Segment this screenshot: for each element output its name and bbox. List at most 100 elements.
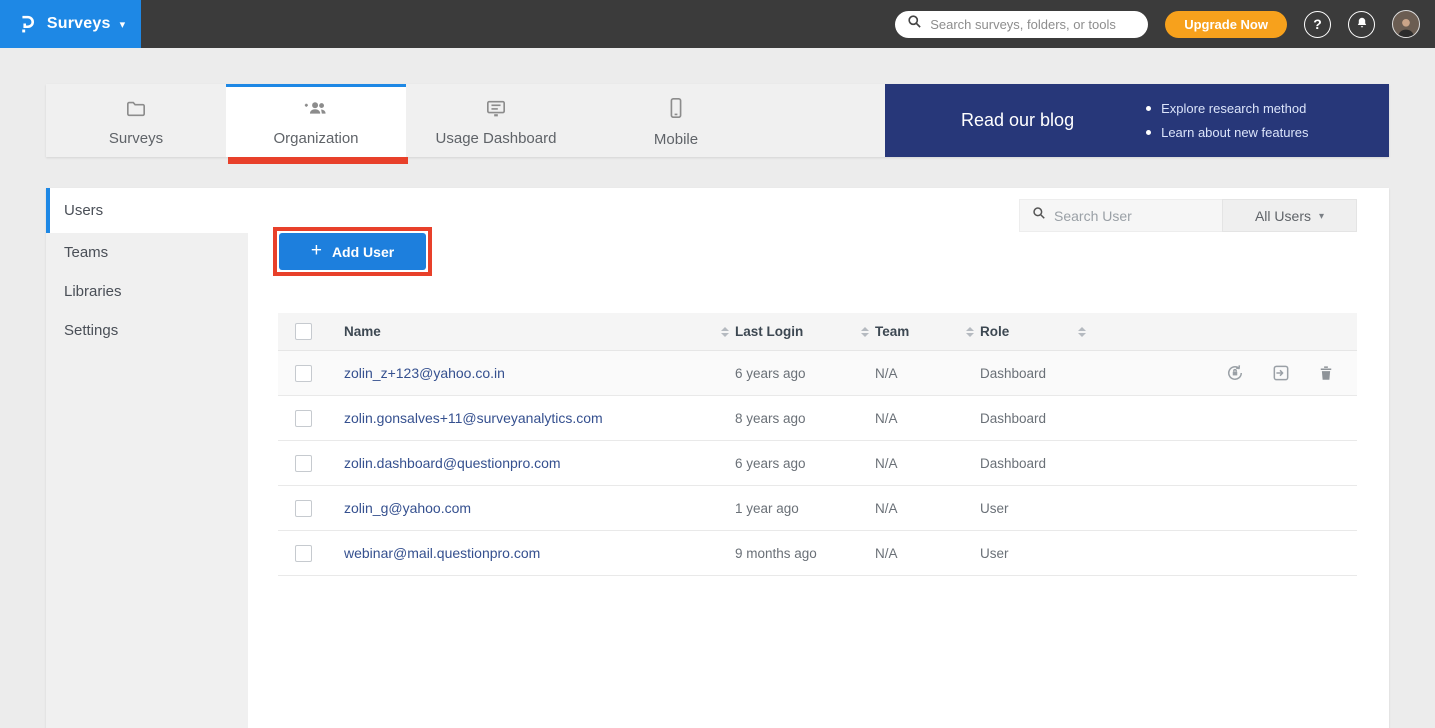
last-login-value: 6 years ago — [735, 366, 806, 381]
users-table: Name Last Login Team Role — [278, 313, 1357, 576]
sidebar-item-label: Libraries — [64, 283, 122, 300]
last-login-value: 8 years ago — [735, 411, 806, 426]
tab-mobile[interactable]: Mobile — [586, 84, 766, 157]
team-value: N/A — [875, 366, 898, 381]
table-row[interactable]: zolin_z+123@yahoo.co.in 6 years ago N/A … — [278, 351, 1357, 396]
mobile-icon — [668, 97, 684, 124]
search-user-box[interactable] — [1019, 199, 1222, 232]
blog-banner-bullets: Explore research method Learn about new … — [1146, 101, 1308, 140]
delete-user-icon[interactable] — [1317, 363, 1335, 383]
help-button[interactable]: ? — [1304, 11, 1331, 38]
tab-label: Usage Dashboard — [436, 130, 557, 147]
column-header-team[interactable]: Team — [875, 324, 909, 339]
role-value: Dashboard — [980, 456, 1046, 471]
column-header-name[interactable]: Name — [344, 324, 381, 339]
user-email-link[interactable]: zolin.dashboard@questionpro.com — [344, 455, 561, 471]
user-email-link[interactable]: zolin_z+123@yahoo.co.in — [344, 365, 505, 381]
topbar-right: Upgrade Now ? — [895, 10, 1435, 38]
user-email-link[interactable]: zolin_g@yahoo.com — [344, 500, 471, 516]
add-person-icon — [303, 98, 329, 123]
row-checkbox[interactable] — [295, 545, 312, 562]
role-value: Dashboard — [980, 411, 1046, 426]
sidebar-item-libraries[interactable]: Libraries — [46, 272, 248, 311]
table-row[interactable]: zolin.gonsalves+11@surveyanalytics.com 8… — [278, 396, 1357, 441]
tab-surveys[interactable]: Surveys — [46, 84, 226, 157]
global-search-input[interactable] — [930, 17, 1136, 32]
upgrade-now-button[interactable]: Upgrade Now — [1165, 11, 1287, 38]
column-header-last-login[interactable]: Last Login — [735, 324, 803, 339]
annotation-red-underline — [228, 157, 408, 164]
sidebar-item-label: Teams — [64, 244, 108, 261]
user-avatar[interactable] — [1392, 10, 1420, 38]
sort-icon[interactable] — [721, 327, 729, 337]
reset-password-icon[interactable] — [1225, 363, 1245, 383]
row-checkbox[interactable] — [295, 500, 312, 517]
team-value: N/A — [875, 501, 898, 516]
add-user-button[interactable]: + Add User — [279, 233, 426, 270]
blog-bullet: Learn about new features — [1146, 125, 1308, 140]
sidebar-item-users[interactable]: Users — [46, 188, 248, 233]
tab-label: Organization — [273, 130, 358, 147]
login-as-user-icon[interactable] — [1271, 363, 1291, 383]
table-row[interactable]: zolin.dashboard@questionpro.com 6 years … — [278, 441, 1357, 486]
tab-organization[interactable]: Organization — [226, 84, 406, 157]
tab-label: Mobile — [654, 131, 698, 148]
tab-usage-dashboard[interactable]: Usage Dashboard — [406, 84, 586, 157]
team-value: N/A — [875, 411, 898, 426]
blog-bullet: Explore research method — [1146, 101, 1308, 116]
role-value: User — [980, 501, 1009, 516]
table-row[interactable]: webinar@mail.questionpro.com 9 months ag… — [278, 531, 1357, 576]
questionpro-logo-icon — [16, 12, 38, 36]
tab-filler — [766, 84, 885, 157]
last-login-value: 1 year ago — [735, 501, 799, 516]
sidebar-item-settings[interactable]: Settings — [46, 311, 248, 350]
sidebar-item-label: Users — [64, 202, 103, 219]
sidebar-item-label: Settings — [64, 322, 118, 339]
table-row[interactable]: zolin_g@yahoo.com 1 year ago N/A User — [278, 486, 1357, 531]
filter-label: All Users — [1255, 208, 1311, 224]
chevron-down-icon: ▾ — [120, 18, 126, 31]
product-switcher[interactable]: Surveys ▾ — [0, 0, 141, 48]
team-value: N/A — [875, 456, 898, 471]
column-header-role[interactable]: Role — [980, 324, 1009, 339]
organization-panel: Users Teams Libraries Settings All Users — [46, 188, 1389, 728]
user-email-link[interactable]: zolin.gonsalves+11@surveyanalytics.com — [344, 410, 603, 426]
role-value: Dashboard — [980, 366, 1046, 381]
topbar: Surveys ▾ Upgrade Now ? — [0, 0, 1435, 48]
plus-icon: + — [311, 240, 322, 262]
row-checkbox[interactable] — [295, 365, 312, 382]
add-user-label: Add User — [332, 244, 394, 260]
users-content: All Users ▾ + Add User Name Last Login — [248, 188, 1389, 728]
team-value: N/A — [875, 546, 898, 561]
blog-banner[interactable]: Read our blog Explore research method Le… — [885, 84, 1389, 157]
blog-banner-title[interactable]: Read our blog — [961, 110, 1074, 131]
dashboard-icon — [485, 98, 507, 123]
org-sidebar: Users Teams Libraries Settings — [46, 188, 248, 728]
module-tabs: Surveys Organization Usage Dashboard — [46, 84, 1389, 157]
user-email-link[interactable]: webinar@mail.questionpro.com — [344, 545, 540, 561]
notifications-button[interactable] — [1348, 11, 1375, 38]
last-login-value: 6 years ago — [735, 456, 806, 471]
row-checkbox[interactable] — [295, 455, 312, 472]
search-icon — [1032, 206, 1046, 225]
sort-icon[interactable] — [861, 327, 869, 337]
sidebar-item-teams[interactable]: Teams — [46, 233, 248, 272]
sort-icon[interactable] — [1078, 327, 1086, 337]
users-toolbar: All Users ▾ — [1019, 199, 1357, 232]
question-mark-icon: ? — [1313, 16, 1322, 32]
chevron-down-icon: ▾ — [1319, 211, 1324, 222]
last-login-value: 9 months ago — [735, 546, 817, 561]
user-filter-dropdown[interactable]: All Users ▾ — [1222, 199, 1357, 232]
product-name: Surveys — [47, 15, 111, 33]
annotation-red-highlight-box: + Add User — [273, 227, 432, 276]
sort-icon[interactable] — [966, 327, 974, 337]
role-value: User — [980, 546, 1009, 561]
global-search[interactable] — [895, 11, 1148, 38]
row-checkbox[interactable] — [295, 410, 312, 427]
tab-label: Surveys — [109, 130, 163, 147]
folder-icon — [125, 98, 147, 123]
select-all-checkbox[interactable] — [295, 323, 312, 340]
bell-icon — [1355, 16, 1369, 33]
search-user-input[interactable] — [1054, 208, 1210, 224]
table-header-row: Name Last Login Team Role — [278, 313, 1357, 351]
